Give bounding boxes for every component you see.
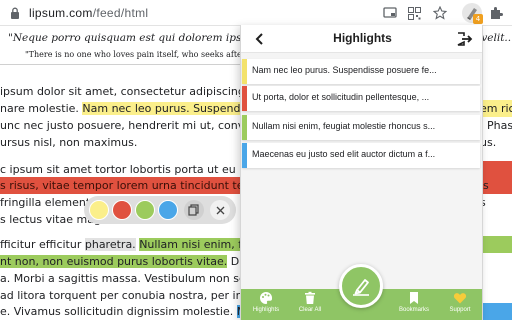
extensions-puzzle-icon[interactable] — [489, 6, 503, 20]
highlight-card-text: Ut porta, dolor et sollicitudin pellente… — [252, 92, 430, 102]
highlighter-pen-icon — [353, 279, 369, 296]
highlight-card-text: Nullam nisi enim, feugiat molestie rhonc… — [252, 121, 436, 131]
paragraph-line: fficitur efficitur pharetra. Nullam nisi… — [0, 236, 249, 253]
browser-toolbar: lipsum.com/feed/html 4 — [0, 0, 512, 26]
paragraph-line: e. Vivamus sollicitudin dignissim molest… — [0, 303, 253, 320]
paragraph-line: nare molestie. Nam nec leo purus. Suspen… — [0, 100, 244, 117]
highlight-card-text: Maecenas eu justo sed elit auctor dictum… — [252, 149, 436, 159]
bookmark-icon — [410, 292, 418, 304]
color-swatch-blue[interactable] — [158, 200, 178, 220]
selected-text[interactable]: pharetra. — [84, 238, 136, 251]
paragraph-line: c ipsum sit amet tortor lobortis porta u… — [0, 163, 236, 176]
url-text[interactable]: lipsum.com/feed/html — [29, 6, 148, 20]
nav-bookmarks[interactable]: Bookmarks — [391, 291, 437, 319]
highlight-red[interactable]: s risus, vitae tempor lorem urna tincidu… — [0, 177, 247, 194]
bookmark-star-icon[interactable] — [433, 6, 447, 20]
highlight-green[interactable]: Nullam nisi enim, fe — [139, 238, 249, 251]
text-span: e. Vivamus sollicitudin dignissim molest… — [0, 305, 237, 318]
trash-icon — [305, 291, 315, 304]
copy-icon[interactable] — [184, 200, 204, 220]
color-swatch-green[interactable] — [135, 200, 155, 220]
paragraph-line: ursus nisl, non maximus. — [0, 136, 138, 149]
divider — [0, 64, 240, 65]
highlights-panel: Highlights Nam nec leo purus. Suspendiss… — [240, 25, 483, 320]
nav-clear-all[interactable]: Clear All — [287, 291, 333, 319]
text-fragment: us. — [480, 136, 497, 149]
url-host: lipsum.com — [29, 6, 93, 20]
nav-support[interactable]: Support — [437, 291, 482, 319]
panel-title: Highlights — [333, 31, 392, 45]
paragraph-line: ad litora torquent per conubia nostra, p… — [0, 289, 243, 302]
color-swatch-red[interactable] — [112, 200, 132, 220]
nav-label: Highlights — [252, 307, 280, 313]
highlight-yellow-fragment[interactable]: em ric — [480, 100, 512, 117]
paragraph-line: nt non, non euismod purus lobortis vitae… — [0, 253, 246, 270]
extension-badge: 4 — [473, 14, 483, 24]
highlight-blue-fragment[interactable] — [480, 303, 512, 320]
panel-header: Highlights — [241, 25, 482, 53]
highlight-green-fragment[interactable] — [480, 236, 512, 253]
highlight-red-fragment[interactable] — [480, 161, 512, 178]
nav-label: Support — [449, 307, 471, 313]
paragraph-line: ipsum dolor sit amet, consectetur adipis… — [0, 85, 256, 98]
highlight-card[interactable]: Maecenas eu justo sed elit auctor dictum… — [242, 143, 480, 168]
nav-label: Clear All — [298, 307, 322, 313]
close-icon[interactable] — [210, 200, 230, 220]
highlight-card-text: Nam nec leo purus. Suspendisse posuere f… — [252, 65, 437, 75]
highlight-red-fragment[interactable]: is — [480, 177, 512, 194]
paragraph-line: a. Morbi a sagittis massa. Vestibulum no… — [0, 272, 246, 285]
exit-icon[interactable] — [457, 32, 473, 46]
text-fragment: s — [480, 194, 512, 211]
nav-label: Bookmarks — [398, 307, 429, 313]
text-fragment: . Phase — [480, 119, 512, 132]
palette-icon — [260, 291, 273, 304]
lock-icon — [11, 7, 19, 19]
highlight-card[interactable]: Ut porta, dolor et sollicitudin pellente… — [242, 86, 480, 111]
url-path: /feed/html — [92, 6, 149, 20]
highlight-yellow[interactable]: Nam nec leo purus. Suspendi — [82, 102, 244, 115]
cast-icon[interactable] — [383, 6, 397, 20]
qr-code-icon[interactable] — [407, 6, 421, 20]
color-swatch-yellow[interactable] — [89, 200, 109, 220]
nav-highlights[interactable]: Highlights — [243, 291, 289, 319]
highlight-color-palette — [84, 196, 236, 224]
text-span: fficitur efficitur — [0, 238, 85, 251]
heart-icon — [453, 293, 467, 304]
highlight-card[interactable]: Nam nec leo purus. Suspendisse posuere f… — [242, 59, 480, 84]
highlight-green[interactable]: nt non, non euismod purus lobortis vitae… — [0, 255, 228, 268]
text-span: nare molestie. — [0, 102, 83, 115]
add-highlight-button[interactable] — [339, 264, 383, 308]
highlight-card[interactable]: Nullam nisi enim, feugiat molestie rhonc… — [242, 115, 480, 140]
paragraph-line: unc nec justo posuere, hendrerit mi ut, … — [0, 119, 255, 132]
